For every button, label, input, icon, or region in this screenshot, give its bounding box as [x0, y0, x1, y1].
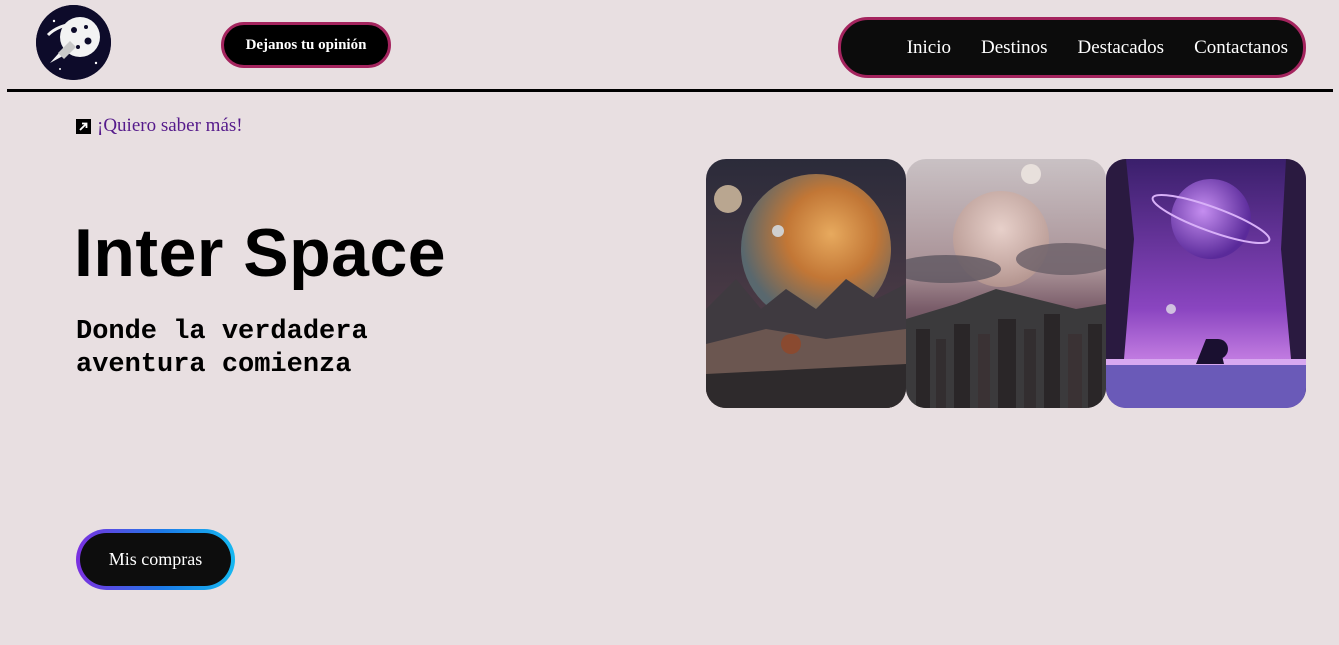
header-divider	[7, 89, 1333, 92]
nav-item-inicio[interactable]: Inicio	[907, 37, 951, 59]
city-planet-image	[906, 159, 1106, 408]
astronaut-planet-logo-icon[interactable]	[36, 5, 111, 80]
destination-gallery	[706, 159, 1306, 408]
header: Dejanos tu opinión Inicio Destinos Desta…	[0, 0, 1339, 90]
learn-more-label: ¡Quiero saber más!	[97, 115, 243, 136]
nav-item-destinos[interactable]: Destinos	[981, 37, 1048, 59]
my-purchases-button[interactable]: Mis compras	[76, 529, 235, 590]
purple-planet-image	[1106, 159, 1306, 408]
page-title: Inter Space	[74, 215, 447, 291]
my-purchases-label: Mis compras	[80, 533, 231, 586]
external-link-icon	[76, 118, 91, 134]
feedback-button[interactable]: Dejanos tu opinión	[221, 22, 391, 68]
nav-item-destacados[interactable]: Destacados	[1078, 37, 1165, 59]
main-nav: Inicio Destinos Destacados Contactanos	[838, 17, 1306, 78]
learn-more-link[interactable]: ¡Quiero saber más!	[76, 115, 243, 137]
page-subtitle: Donde la verdadera aventura comienza	[76, 317, 368, 380]
desert-planet-image	[706, 159, 906, 408]
nav-item-contactanos[interactable]: Contactanos	[1194, 37, 1288, 59]
